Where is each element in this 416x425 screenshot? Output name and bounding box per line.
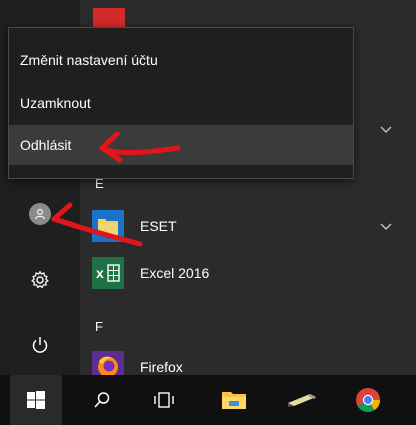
search-icon <box>94 392 110 408</box>
excel-icon: x <box>92 257 124 289</box>
settings-gear-icon <box>31 270 49 289</box>
section-letter-f[interactable]: F <box>95 319 103 334</box>
app-label: ESET <box>140 218 177 234</box>
user-avatar-icon <box>29 203 51 225</box>
power-icon <box>32 337 48 353</box>
power-button[interactable] <box>20 325 60 365</box>
app-label: Excel 2016 <box>140 265 210 281</box>
chevron-down-icon[interactable] <box>378 219 394 235</box>
taskbar <box>0 375 416 425</box>
app-label: Firefox <box>140 359 183 375</box>
file-explorer-button[interactable] <box>210 375 258 425</box>
sign-out-item[interactable]: Odhlásit <box>9 125 353 165</box>
svg-text:x: x <box>96 265 104 281</box>
user-account-button[interactable] <box>20 194 60 234</box>
pencil-app-button[interactable] <box>278 375 326 425</box>
app-eset[interactable]: ESET <box>92 206 412 246</box>
app-excel[interactable]: x Excel 2016 <box>92 253 412 293</box>
chrome-button[interactable] <box>344 375 392 425</box>
task-view-button[interactable] <box>140 375 188 425</box>
app-pencil-icon <box>288 394 316 407</box>
settings-button[interactable] <box>20 260 60 300</box>
lock-item[interactable]: Uzamknout <box>9 83 353 123</box>
search-button[interactable] <box>78 375 126 425</box>
windows-start-icon <box>27 391 45 409</box>
task-view-icon <box>154 392 174 408</box>
start-menu: E ESET x Excel 2016 F Firefox Změnit nas… <box>0 0 416 383</box>
change-account-settings-item[interactable]: Změnit nastavení účtu <box>9 40 353 80</box>
eset-folder-icon <box>92 210 124 242</box>
chrome-icon <box>356 388 380 413</box>
start-button[interactable] <box>10 375 62 425</box>
chevron-down-icon[interactable] <box>378 122 394 138</box>
account-flyout-menu: Změnit nastavení účtu Uzamknout Odhlásit <box>8 27 354 179</box>
file-explorer-icon <box>222 392 246 409</box>
